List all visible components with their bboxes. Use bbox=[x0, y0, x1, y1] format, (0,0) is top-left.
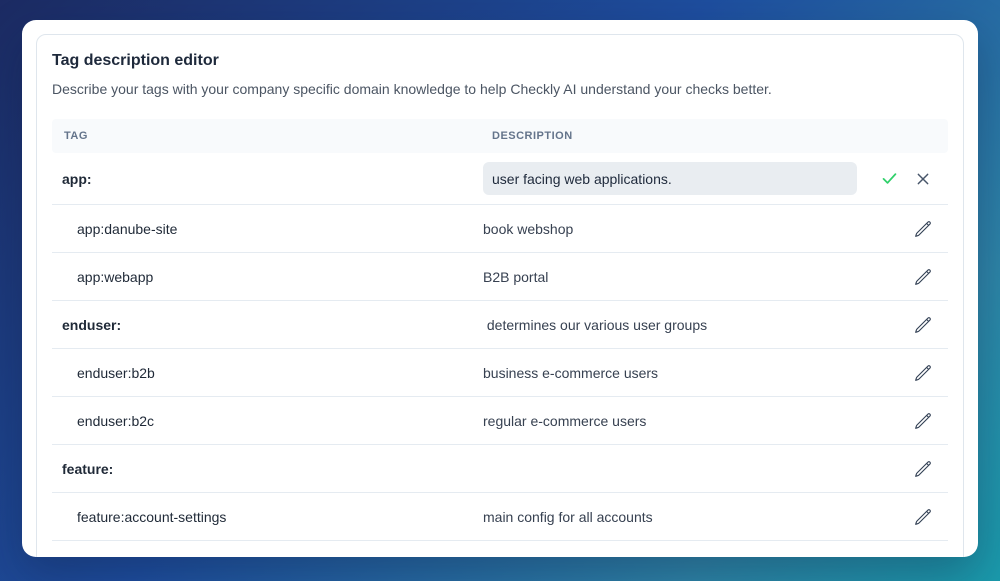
table-row: feature:account-settings main config for… bbox=[52, 493, 948, 541]
tag-table: Tag Description app: bbox=[52, 119, 948, 541]
tag-cell: app:danube-site bbox=[77, 220, 178, 237]
description-input[interactable] bbox=[483, 162, 857, 195]
tag-cell: app:webapp bbox=[77, 268, 154, 285]
column-header-description: Description bbox=[492, 130, 573, 142]
tag-cell: feature: bbox=[62, 460, 114, 477]
edit-pencil-icon[interactable] bbox=[912, 314, 934, 336]
table-row: enduser:b2b business e-commerce users bbox=[52, 349, 948, 397]
tag-cell: feature:account-settings bbox=[77, 508, 227, 525]
edit-pencil-icon[interactable] bbox=[912, 266, 934, 288]
table-row: feature: bbox=[52, 445, 948, 493]
table-row: enduser:b2c regular e-commerce users bbox=[52, 397, 948, 445]
description-cell: main config for all accounts bbox=[483, 508, 653, 525]
tag-editor-card: Tag description editor Describe your tag… bbox=[22, 20, 978, 557]
description-cell: regular e-commerce users bbox=[483, 412, 647, 429]
tag-cell: enduser:b2b bbox=[77, 364, 155, 381]
table-header: Tag Description bbox=[52, 119, 948, 153]
confirm-check-icon[interactable] bbox=[878, 168, 900, 190]
edit-pencil-icon[interactable] bbox=[912, 218, 934, 240]
edit-pencil-icon[interactable] bbox=[912, 458, 934, 480]
table-row: enduser: determines our various user gro… bbox=[52, 301, 948, 349]
tag-editor-panel: Tag description editor Describe your tag… bbox=[36, 34, 964, 557]
cancel-x-icon[interactable] bbox=[912, 168, 934, 190]
tag-cell: enduser: bbox=[62, 316, 122, 333]
column-header-tag: Tag bbox=[64, 130, 88, 142]
tag-cell: enduser:b2c bbox=[77, 412, 155, 429]
description-cell: determines our various user groups bbox=[483, 316, 708, 333]
description-cell: business e-commerce users bbox=[483, 364, 659, 381]
page-subtitle: Describe your tags with your company spe… bbox=[52, 81, 772, 97]
table-row: app:danube-site book webshop bbox=[52, 205, 948, 253]
edit-pencil-icon[interactable] bbox=[912, 362, 934, 384]
edit-pencil-icon[interactable] bbox=[912, 410, 934, 432]
tag-cell: app: bbox=[62, 170, 92, 187]
page-title: Tag description editor bbox=[52, 52, 219, 69]
table-row: app: bbox=[52, 153, 948, 205]
table-row: app:webapp B2B portal bbox=[52, 253, 948, 301]
description-cell: B2B portal bbox=[483, 268, 549, 285]
edit-pencil-icon[interactable] bbox=[912, 506, 934, 528]
description-cell: book webshop bbox=[483, 220, 574, 237]
